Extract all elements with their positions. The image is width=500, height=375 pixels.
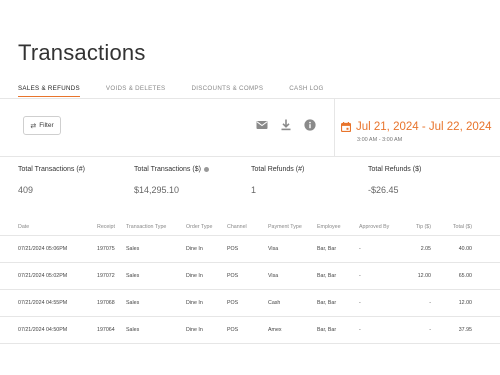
cell-payment-type: Amex <box>268 327 282 333</box>
cell-payment-type: Visa <box>268 246 279 252</box>
cell-receipt: 197064 <box>97 327 115 333</box>
filter-button[interactable]: ⇄ Filter <box>23 116 61 135</box>
info-icon[interactable] <box>304 119 316 131</box>
cell-receipt: 197068 <box>97 300 115 306</box>
column-header-tip[interactable]: Tip ($) <box>416 224 431 230</box>
metric-value: $14,295.10 <box>134 185 180 195</box>
metric-label: Total Transactions (#) <box>18 166 85 173</box>
cell-transaction-type: Sales <box>126 327 140 333</box>
column-header-total[interactable]: Total ($) <box>453 224 472 230</box>
column-header-order-type[interactable]: Order Type <box>186 224 212 230</box>
metric-label: Total Refunds (#) <box>251 166 305 173</box>
transactions-table: Date Receipt Transaction Type Order Type… <box>0 218 500 344</box>
date-range-picker[interactable]: Jul 21, 2024 - Jul 22, 2024 3:00 AM - 3:… <box>341 121 492 143</box>
cell-tip: - <box>429 327 431 333</box>
cell-transaction-type: Sales <box>126 300 140 306</box>
metric-total-transactions-amount: Total Transactions ($) $14,295.10 <box>134 166 209 195</box>
column-header-payment-type[interactable]: Payment Type <box>268 224 302 230</box>
tab-bar: SALES & REFUNDS VOIDS & DELETES DISCOUNT… <box>18 85 350 97</box>
cell-receipt: 197072 <box>97 273 115 279</box>
tab-discounts-comps[interactable]: DISCOUNTS & COMPS <box>191 85 263 97</box>
cell-channel: POS <box>227 246 239 252</box>
metric-value: -$26.45 <box>368 185 399 195</box>
cell-tip: 12.00 <box>417 273 431 279</box>
cell-total: 12.00 <box>458 300 472 306</box>
cell-tip: 2.05 <box>420 246 431 252</box>
cell-receipt: 197075 <box>97 246 115 252</box>
metric-label: Total Transactions ($) <box>134 166 201 173</box>
cell-employee: Bar, Bar <box>317 327 337 333</box>
column-header-channel[interactable]: Channel <box>227 224 247 230</box>
cell-date: 07/21/2024 05:02PM <box>18 273 68 279</box>
cell-approved-by: - <box>359 273 361 279</box>
cell-channel: POS <box>227 273 239 279</box>
calendar-icon <box>341 122 351 132</box>
cell-employee: Bar, Bar <box>317 246 337 252</box>
tabs-divider <box>0 98 500 99</box>
filter-icon: ⇄ <box>30 122 37 130</box>
metric-value: 409 <box>18 185 34 195</box>
cell-channel: POS <box>227 327 239 333</box>
metric-label: Total Refunds ($) <box>368 166 422 173</box>
tab-voids-deletes[interactable]: VOIDS & DELETES <box>106 85 166 97</box>
column-header-transaction-type[interactable]: Transaction Type <box>126 224 166 230</box>
filter-label: Filter <box>39 122 54 129</box>
cell-transaction-type: Sales <box>126 273 140 279</box>
column-header-date[interactable]: Date <box>18 224 29 230</box>
metric-total-refunds-amount: Total Refunds ($) -$26.45 <box>368 166 421 195</box>
metric-total-transactions-count: Total Transactions (#) 409 <box>18 166 85 195</box>
cell-order-type: Dine In <box>186 273 203 279</box>
cell-payment-type: Visa <box>268 273 279 279</box>
cell-transaction-type: Sales <box>126 246 140 252</box>
toolbar-divider <box>334 99 335 156</box>
cell-date: 07/21/2024 04:55PM <box>18 300 68 306</box>
cell-date: 07/21/2024 05:06PM <box>18 246 68 252</box>
cell-total: 37.95 <box>458 327 472 333</box>
time-range-text: 3:00 AM - 3:00 AM <box>357 137 403 143</box>
toolbar-divider-bottom <box>0 156 500 157</box>
download-icon[interactable] <box>280 119 292 131</box>
page-title: Transactions <box>18 40 146 65</box>
cell-date: 07/21/2024 04:50PM <box>18 327 68 333</box>
cell-channel: POS <box>227 300 239 306</box>
cell-order-type: Dine In <box>186 300 203 306</box>
metric-total-refunds-count: Total Refunds (#) 1 <box>251 166 304 195</box>
cell-approved-by: - <box>359 327 361 333</box>
mail-icon[interactable] <box>256 119 268 131</box>
info-icon[interactable] <box>203 167 209 172</box>
cell-employee: Bar, Bar <box>317 300 337 306</box>
tab-cash-log[interactable]: CASH LOG <box>289 85 323 97</box>
tab-sales-refunds[interactable]: SALES & REFUNDS <box>18 85 80 97</box>
column-header-employee[interactable]: Employee <box>317 224 341 230</box>
summary-metrics: Total Transactions (#) 409 Total Transac… <box>0 166 500 206</box>
table-row[interactable]: 07/21/2024 05:06PM 197075 Sales Dine In … <box>0 236 500 263</box>
cell-employee: Bar, Bar <box>317 273 337 279</box>
date-range-text: Jul 21, 2024 - Jul 22, 2024 <box>356 121 492 133</box>
cell-total: 40.00 <box>458 246 472 252</box>
metric-value: 1 <box>251 185 257 195</box>
cell-total: 65.00 <box>458 273 472 279</box>
cell-order-type: Dine In <box>186 327 203 333</box>
cell-payment-type: Cash <box>268 300 281 306</box>
cell-approved-by: - <box>359 300 361 306</box>
table-row[interactable]: 07/21/2024 05:02PM 197072 Sales Dine In … <box>0 263 500 290</box>
cell-order-type: Dine In <box>186 246 203 252</box>
cell-approved-by: - <box>359 246 361 252</box>
table-row[interactable]: 07/21/2024 04:55PM 197068 Sales Dine In … <box>0 290 500 317</box>
table-header-row: Date Receipt Transaction Type Order Type… <box>0 218 500 236</box>
table-row[interactable]: 07/21/2024 04:50PM 197064 Sales Dine In … <box>0 317 500 344</box>
cell-tip: - <box>429 300 431 306</box>
column-header-approved-by[interactable]: Approved By <box>359 224 389 230</box>
column-header-receipt[interactable]: Receipt <box>97 224 115 230</box>
